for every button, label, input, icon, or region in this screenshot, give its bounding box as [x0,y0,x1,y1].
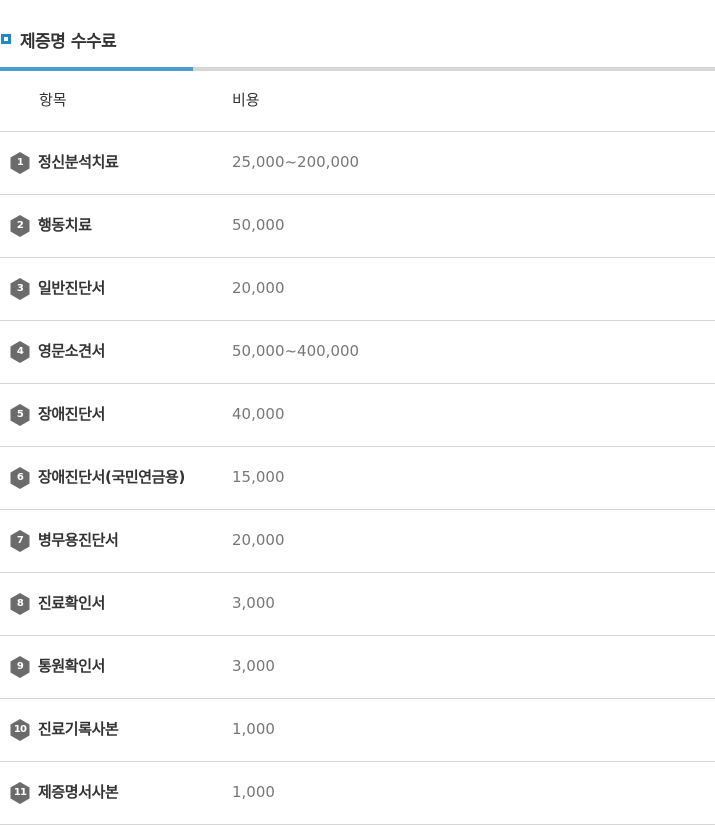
item-name: 장애진단서 [38,405,106,423]
section-title: 제증명 수수료 [20,31,117,52]
column-header-cost: 비용 [232,91,260,109]
item-cost: 3,000 [232,657,275,675]
row-number: 9 [16,661,24,672]
item-cost: 20,000 [232,279,285,297]
row-number: 4 [16,346,24,357]
table-row: 7 병무용진단서 20,000 [0,510,715,573]
table-row: 11 제증명서사본 1,000 [0,762,715,825]
table-row: 2 행동치료 50,000 [0,195,715,258]
column-header-item: 항목 [39,91,67,109]
table-row: 4 영문소견서 50,000~400,000 [0,321,715,384]
hexagon-number-icon: 11 [9,781,31,805]
table-row: 3 일반진단서 20,000 [0,258,715,321]
item-cost: 40,000 [232,405,285,423]
item-cost: 50,000 [232,216,285,234]
item-name: 장애진단서(국민연금용) [38,468,185,486]
hexagon-number-icon: 2 [9,214,31,238]
table-row: 10 진료기록사본 1,000 [0,699,715,762]
item-name: 정신분석치료 [38,153,119,171]
row-number: 2 [16,220,24,231]
hexagon-number-icon: 8 [9,592,31,616]
item-cost: 1,000 [232,720,275,738]
item-cost: 3,000 [232,594,275,612]
hexagon-number-icon: 9 [9,655,31,679]
item-name: 행동치료 [38,216,92,234]
fee-table-body: 1 정신분석치료 25,000~200,000 2 행동치료 50,000 3 일반진단서 20… [0,132,715,825]
row-number: 7 [16,535,24,546]
row-number: 6 [16,472,24,483]
item-name: 병무용진단서 [38,531,119,549]
hexagon-number-icon: 4 [9,340,31,364]
table-row: 1 정신분석치료 25,000~200,000 [0,132,715,195]
row-number: 5 [16,409,24,420]
item-name: 진료확인서 [38,594,106,612]
item-cost: 20,000 [232,531,285,549]
hexagon-number-icon: 10 [9,718,31,742]
row-number: 3 [16,283,24,294]
row-number: 10 [13,724,27,735]
table-row: 8 진료확인서 3,000 [0,573,715,636]
item-cost: 50,000~400,000 [232,342,360,360]
item-cost: 1,000 [232,783,275,801]
item-name: 제증명서사본 [38,783,119,801]
hexagon-number-icon: 5 [9,403,31,427]
hexagon-number-icon: 1 [9,151,31,175]
section-header: 제증명 수수료 [0,26,117,52]
table-row: 9 통원확인서 3,000 [0,636,715,699]
hexagon-number-icon: 7 [9,529,31,553]
hexagon-number-icon: 3 [9,277,31,301]
item-cost: 25,000~200,000 [232,153,360,171]
hexagon-number-icon: 6 [9,466,31,490]
table-row: 6 장애진단서(국민연금용) 15,000 [0,447,715,510]
row-number: 8 [16,598,24,609]
item-name: 영문소견서 [38,342,106,360]
item-name: 통원확인서 [38,657,106,675]
item-name: 진료기록사본 [38,720,119,738]
item-cost: 15,000 [232,468,285,486]
item-name: 일반진단서 [38,279,106,297]
table-row: 5 장애진단서 40,000 [0,384,715,447]
square-bullet-icon [1,34,11,44]
row-number: 1 [16,157,24,168]
table-header: 항목 비용 [0,71,715,132]
row-number: 11 [13,787,27,798]
